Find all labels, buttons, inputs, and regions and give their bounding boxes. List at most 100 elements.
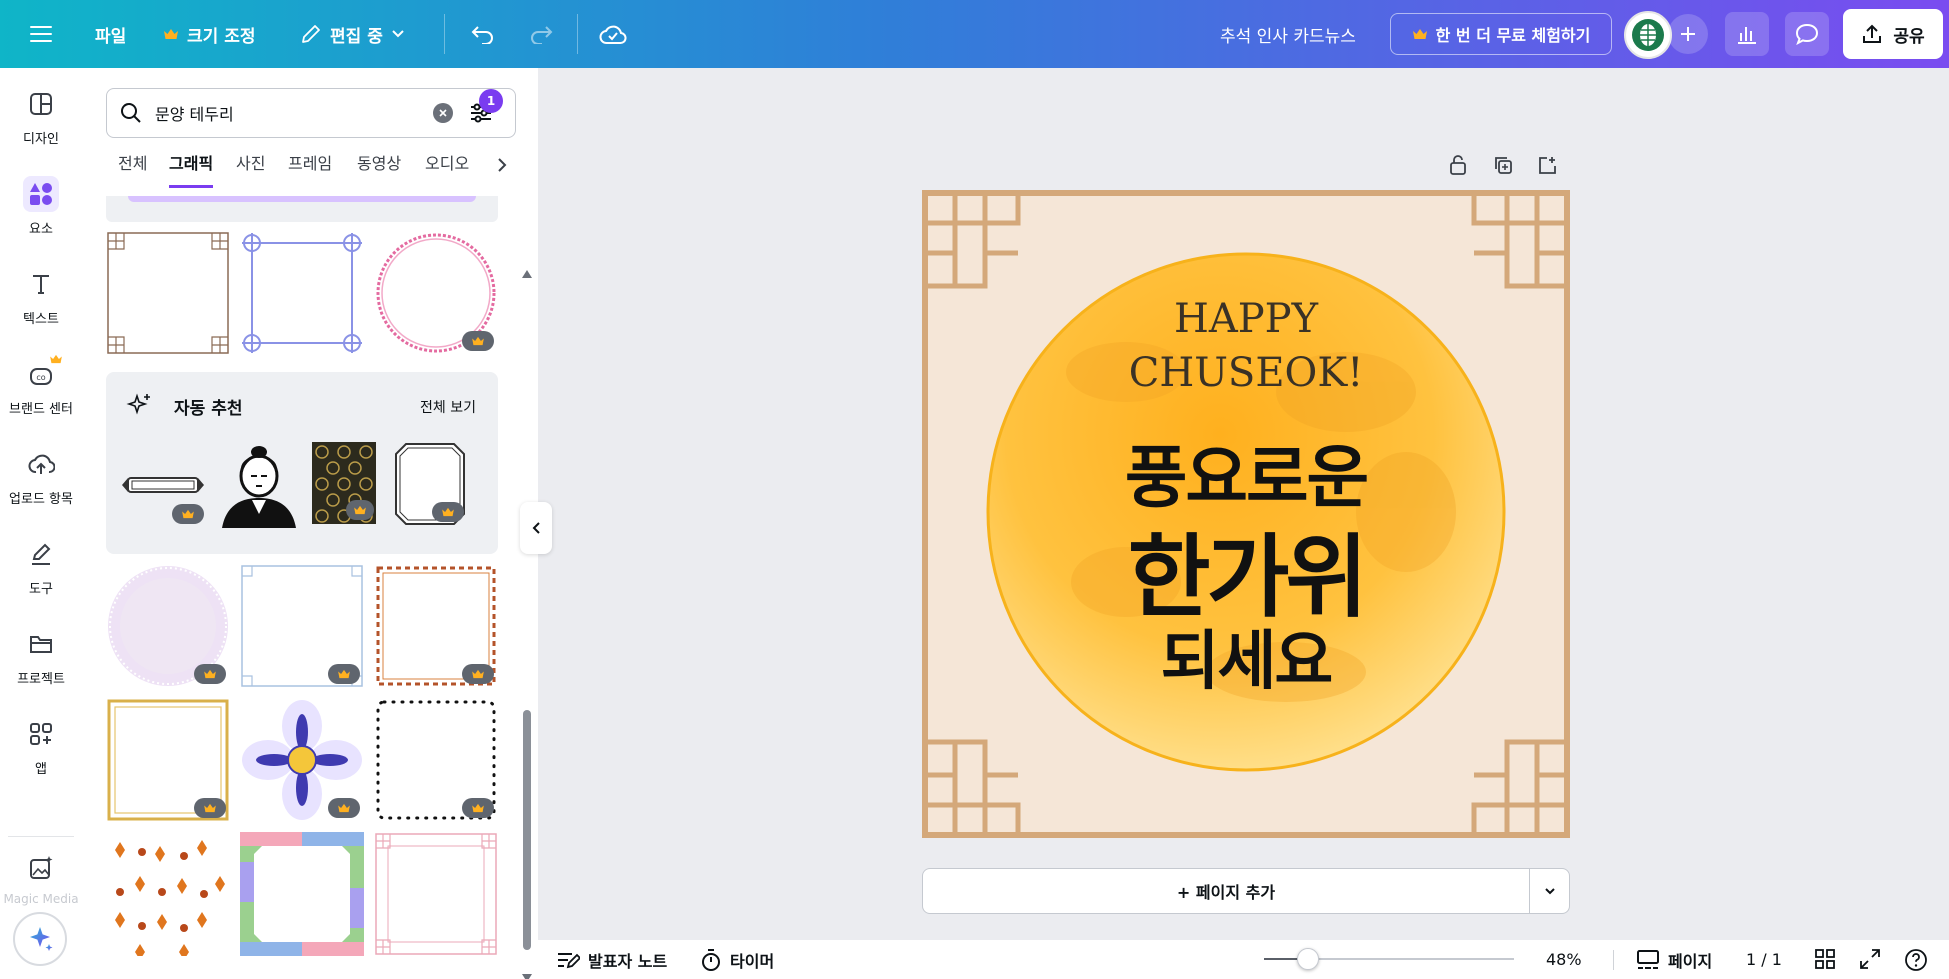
graphic-item[interactable] [374, 564, 498, 688]
help-icon[interactable] [1904, 948, 1928, 972]
toolbar-divider [577, 14, 578, 54]
undo-button[interactable] [462, 13, 504, 55]
redo-button[interactable] [520, 13, 562, 55]
resize-label: 크기 조정 [187, 26, 256, 47]
chevron-down-icon [1544, 888, 1555, 895]
rail-item-projects[interactable]: 프로젝트 [0, 616, 82, 696]
rail-item-design[interactable]: 디자인 [0, 76, 82, 156]
result-card-cut[interactable] [106, 196, 498, 222]
text-icon [33, 274, 49, 294]
crown-icon [204, 803, 216, 813]
add-page-icon[interactable] [1536, 154, 1558, 176]
scroll-down-arrow-icon[interactable] [522, 974, 532, 979]
recommend-item[interactable] [216, 442, 302, 528]
pages-view-button[interactable]: 페이지 [1636, 940, 1712, 979]
free-trial-button[interactable]: 한 번 더 무료 체험하기 [1390, 13, 1612, 55]
rail-item-elements[interactable]: 요소 [0, 166, 82, 246]
rail-item-label: 도구 [29, 581, 53, 597]
graphic-item[interactable] [240, 564, 364, 688]
graphic-item[interactable] [106, 698, 230, 822]
magic-media-icon [30, 856, 53, 879]
rail-item-label: 업로드 항목 [9, 491, 73, 507]
results-list: 자동 추천 전체 보기 [82, 196, 538, 979]
premium-badge [346, 500, 374, 520]
recommend-item[interactable] [312, 442, 376, 524]
scrollbar-thumb[interactable] [523, 710, 531, 950]
add-page-options-button[interactable] [1529, 868, 1570, 914]
save-status-button[interactable] [592, 13, 634, 55]
panel-scrollbar[interactable] [520, 196, 534, 979]
timer-button[interactable]: 타이머 [700, 940, 774, 979]
share-button[interactable]: 공유 [1843, 9, 1943, 59]
tab-audio[interactable]: 오디오 [425, 148, 479, 188]
graphic-item[interactable] [374, 231, 498, 355]
chevron-down-icon [392, 30, 404, 38]
tab-all[interactable]: 전체 [118, 148, 147, 188]
bottom-divider [1613, 950, 1614, 970]
zoom-slider-handle[interactable] [1297, 948, 1319, 970]
greeting-en-line2[interactable]: CHUSEOK! [922, 350, 1570, 396]
rail-item-apps[interactable]: 앱 [0, 706, 82, 786]
grid-view-icon[interactable] [1814, 948, 1836, 970]
chevron-right-icon[interactable] [496, 157, 508, 173]
search-box[interactable]: 1 [106, 88, 516, 138]
collapse-panel-button[interactable] [520, 502, 552, 554]
tab-frames[interactable]: 프레임 [288, 148, 332, 188]
comments-button[interactable] [1785, 12, 1829, 56]
presenter-notes-button[interactable]: 발표자 노트 [556, 940, 667, 979]
filter-button[interactable]: 1 [467, 89, 503, 127]
design-page[interactable]: HAPPY CHUSEOK! 풍요로운 한가위 되세요 [922, 190, 1570, 838]
search-input[interactable] [155, 103, 425, 123]
search-icon [121, 103, 141, 123]
rail-item-brand[interactable]: co 브랜드 센터 [0, 346, 82, 426]
add-page-label: + 페이지 추가 [1176, 883, 1276, 902]
rail-item-label: Magic Media [3, 892, 79, 906]
autumn-leaves-pattern-graphic [106, 832, 230, 956]
pinecone-avatar-icon [1632, 19, 1664, 51]
graphic-item[interactable] [374, 698, 498, 822]
see-all-link[interactable]: 전체 보기 [420, 397, 476, 417]
recommend-item[interactable] [394, 442, 466, 526]
graphic-item[interactable] [106, 832, 230, 956]
rail-item-uploads[interactable]: 업로드 항목 [0, 436, 82, 516]
fullscreen-icon[interactable] [1859, 948, 1881, 970]
duplicate-page-icon[interactable] [1492, 154, 1514, 176]
hamburger-menu-button[interactable] [22, 13, 60, 55]
clear-search-button[interactable] [433, 103, 453, 123]
tab-photos[interactable]: 사진 [236, 148, 265, 188]
edit-mode-dropdown[interactable]: 편집 중 [300, 0, 405, 68]
file-menu-button[interactable]: 파일 [95, 0, 126, 68]
greeting-en-line1[interactable]: HAPPY [922, 296, 1570, 342]
lock-icon[interactable] [1448, 154, 1468, 176]
recommend-item[interactable] [120, 442, 206, 528]
rail-item-tools[interactable]: 도구 [0, 526, 82, 606]
scroll-up-arrow-icon[interactable] [522, 270, 532, 278]
graphic-item[interactable] [374, 832, 498, 956]
tab-graphics[interactable]: 그래픽 [169, 148, 214, 188]
graphic-item[interactable] [240, 231, 364, 355]
premium-badge [194, 664, 226, 684]
insights-button[interactable] [1725, 12, 1769, 56]
add-collaborator-button[interactable] [1668, 14, 1708, 54]
bottom-bar: 발표자 노트 타이머 48% 페이지 1 / 1 [538, 940, 1949, 979]
rail-item-text[interactable]: 텍스트 [0, 256, 82, 336]
document-title[interactable]: 추석 인사 카드뉴스 [1220, 0, 1356, 68]
design-icon [30, 92, 52, 115]
rail-item-magic-media[interactable]: Magic Media [0, 844, 82, 912]
bar-chart-icon [1738, 27, 1756, 44]
tab-videos[interactable]: 동영상 [357, 148, 401, 188]
greeting-ko-line3[interactable]: 되세요 [922, 610, 1570, 702]
graphic-item[interactable] [106, 564, 230, 688]
magic-assistant-button[interactable] [13, 912, 67, 966]
toolbar-divider [444, 14, 445, 54]
rail-divider [8, 836, 74, 837]
zoom-percent[interactable]: 48% [1546, 950, 1582, 969]
graphic-item[interactable] [240, 832, 364, 956]
avatar[interactable] [1624, 11, 1672, 59]
graphic-item[interactable] [106, 231, 230, 355]
graphic-item[interactable] [240, 698, 364, 822]
add-page-button[interactable]: + 페이지 추가 [922, 868, 1530, 914]
resize-button[interactable]: 크기 조정 [163, 0, 255, 68]
zoom-slider[interactable] [1264, 948, 1514, 970]
pencil-icon [302, 25, 320, 43]
